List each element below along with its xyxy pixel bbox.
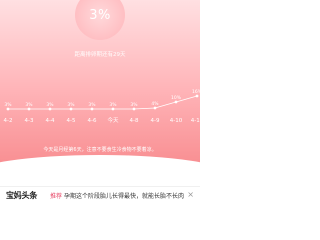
chart-x-tick-label: 4-11 (191, 118, 200, 124)
chart-point (90, 107, 94, 111)
chart-value-label: 10% (171, 95, 182, 101)
chart-value-label: 3% (67, 102, 75, 108)
news-bar[interactable]: 宝妈头条 推荐 孕期这个阶段胎儿长得最快，就能长胎不长肉 × (0, 186, 200, 201)
chart-line (8, 95, 198, 110)
pregnancy-chance-percent: 3% (89, 8, 111, 23)
chart-point (174, 100, 178, 104)
close-icon[interactable]: × (187, 190, 194, 199)
chart-point (6, 107, 10, 111)
chart-x-tick-label: 4-10 (170, 118, 183, 124)
chart-x-tick-label: 4-2 (4, 118, 13, 124)
chart-x-tick-label: 4-9 (151, 118, 160, 124)
chart-x-tick-label: 4-3 (25, 118, 34, 124)
chart-value-label: 3% (25, 102, 33, 108)
chart-point (69, 107, 73, 111)
chart-point (27, 107, 31, 111)
chart-x-tick-label: 4-8 (130, 118, 139, 124)
news-tag: 推荐 (50, 193, 63, 200)
chart-value-label: 3% (88, 102, 96, 108)
pregnancy-chance-chart: 3% 4-2 3% 4-3 3% 4-4 3% 4-5 3% 4-6 3% 今天 3% 4-8 4% 4-9 1… (0, 86, 200, 138)
update-period-record-button[interactable]: 更新月经记录 (70, 163, 130, 177)
ovulation-countdown: 距离排卵期还有29天 (74, 52, 126, 58)
fertility-hero-panel: 3% 距离排卵期还有29天 3% 4-2 3% 4-3 3% 4-4 3% 4-5 3% 4-6 3… (0, 0, 200, 166)
chart-value-label: 3% (109, 102, 117, 108)
chart-point (195, 94, 199, 98)
chart-point (132, 107, 136, 111)
chart-value-label: 4% (151, 101, 159, 107)
chart-x-tick-label: 今天 (107, 116, 119, 124)
chart-value-label: 3% (4, 102, 12, 108)
chart-point (111, 107, 115, 111)
chart-value-label: 3% (130, 102, 138, 108)
chart-x-tick-label: 4-6 (88, 118, 97, 124)
chart-point (48, 107, 52, 111)
chart-point (153, 106, 157, 110)
chart-x-tick-label: 4-4 (46, 118, 55, 124)
chart-value-label: 16% (192, 89, 200, 95)
period-note: 今天是月经第6天，注意不要食生冷食物不要着凉。 (43, 147, 157, 153)
chart-value-label: 3% (46, 102, 54, 108)
news-title[interactable]: 孕期这个阶段胎儿长得最快，就能长胎不长肉 (64, 191, 184, 200)
chart-x-tick-label: 4-5 (67, 118, 76, 124)
news-logo: 宝妈头条 (6, 191, 38, 200)
